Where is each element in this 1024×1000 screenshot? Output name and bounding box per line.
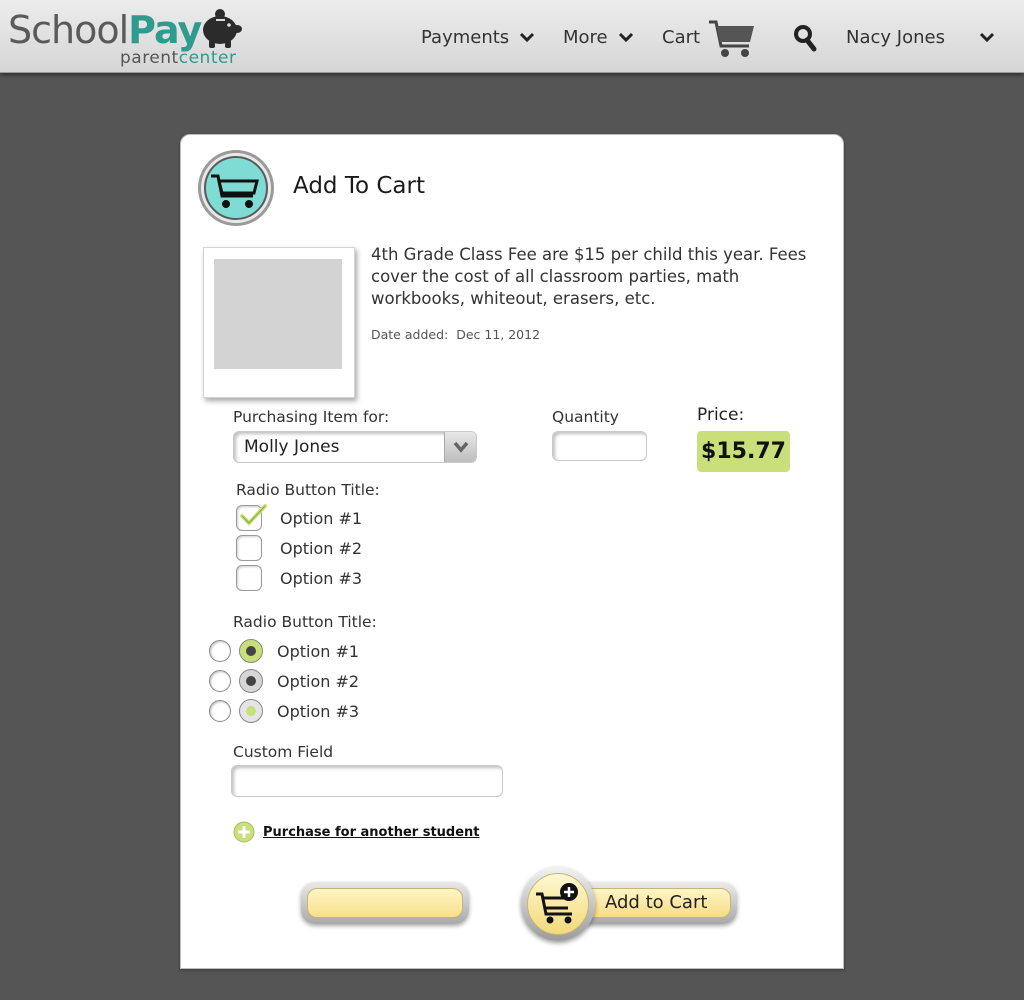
date-added: Date added: Dec 11, 2012	[371, 327, 540, 342]
nav-payments-label: Payments	[421, 26, 510, 48]
nav-payments[interactable]: Payments	[421, 24, 535, 50]
checkbox-option-2[interactable]: Option #2	[236, 535, 362, 561]
checkbox-option-label: Option #3	[280, 568, 363, 588]
radio-option-label: Option #2	[277, 671, 360, 691]
checkbox[interactable]	[236, 535, 262, 561]
checkbox[interactable]	[236, 504, 267, 531]
radio-button[interactable]	[209, 670, 231, 692]
custom-field-input[interactable]	[231, 765, 503, 797]
select-dropdown-button[interactable]	[444, 432, 476, 462]
radio-button[interactable]	[209, 640, 231, 662]
checkmark-icon	[240, 504, 267, 526]
top-nav-bar: SchoolPay parentcenter Payments More Car…	[0, 0, 1024, 73]
checkbox[interactable]	[236, 565, 262, 591]
radio-button-selected[interactable]	[239, 639, 263, 663]
purchase-another-student-link[interactable]: Purchase for another student	[233, 821, 480, 843]
chevron-down-icon	[453, 441, 469, 453]
logo-wordmark: SchoolPay	[8, 8, 202, 52]
checkbox-option-3[interactable]: Option #3	[236, 565, 362, 591]
nav-user-menu[interactable]: Nacy Jones	[846, 24, 945, 50]
radio-button-style-2[interactable]	[239, 669, 263, 693]
student-select-value: Molly Jones	[244, 437, 340, 457]
user-name: Nacy Jones	[846, 26, 945, 48]
radio-option-label: Option #3	[277, 701, 360, 721]
add-to-cart-button[interactable]: Add to Cart	[521, 867, 739, 941]
radio-option-2[interactable]: Option #2	[209, 668, 359, 694]
piggy-bank-icon	[203, 9, 242, 48]
student-select[interactable]: Molly Jones	[233, 431, 477, 463]
purchase-another-student-text: Purchase for another student	[263, 824, 480, 840]
secondary-button-face	[307, 888, 463, 918]
nav-cart-label: Cart	[662, 26, 701, 48]
logo-subtitle: parentcenter	[120, 48, 237, 68]
radio-group-title: Radio Button Title:	[233, 613, 377, 631]
price-label: Price:	[697, 405, 745, 425]
add-to-cart-icon	[536, 883, 578, 924]
radio-option-label: Option #1	[277, 641, 360, 661]
quantity-input[interactable]	[552, 431, 647, 461]
radio-button-style-3[interactable]	[239, 699, 263, 723]
plus-circle-icon	[233, 821, 255, 843]
custom-field-label: Custom Field	[233, 743, 334, 761]
checkbox-option-label: Option #1	[280, 508, 363, 528]
radio-button[interactable]	[209, 700, 231, 722]
nav-cart[interactable]: Cart	[662, 24, 700, 50]
image-placeholder	[214, 259, 342, 369]
cart-badge-icon	[198, 150, 274, 226]
radio-option-1[interactable]: Option #1	[209, 638, 359, 664]
add-to-cart-label: Add to Cart	[605, 892, 708, 913]
checkbox-group-title: Radio Button Title:	[236, 481, 380, 499]
item-description: 4th Grade Class Fee are $15 per child th…	[371, 245, 807, 308]
shopping-cart-icon[interactable]	[707, 18, 757, 60]
quantity-label: Quantity	[552, 408, 619, 426]
checkbox-option-1[interactable]: Option #1	[236, 504, 363, 531]
date-added-label: Date added:	[371, 327, 449, 342]
date-added-value: Dec 11, 2012	[456, 327, 541, 342]
chevron-down-icon	[618, 32, 633, 43]
price-value: $15.77	[697, 431, 790, 472]
checkbox-option-label: Option #2	[280, 538, 363, 558]
schoolpay-logo[interactable]: SchoolPay parentcenter	[8, 4, 248, 70]
add-to-cart-dialog: Add To Cart 4th Grade Class Fee are $15 …	[180, 134, 844, 969]
nav-more[interactable]: More	[563, 24, 634, 50]
item-image	[203, 247, 355, 398]
dialog-title: Add To Cart	[293, 173, 425, 199]
secondary-button[interactable]	[301, 882, 469, 924]
purchasing-for-label: Purchasing Item for:	[233, 408, 390, 426]
radio-option-3[interactable]: Option #3	[209, 698, 359, 724]
chevron-down-icon[interactable]	[979, 31, 995, 43]
chevron-down-icon	[520, 32, 535, 43]
nav-more-label: More	[563, 26, 608, 48]
search-icon[interactable]	[793, 24, 817, 52]
